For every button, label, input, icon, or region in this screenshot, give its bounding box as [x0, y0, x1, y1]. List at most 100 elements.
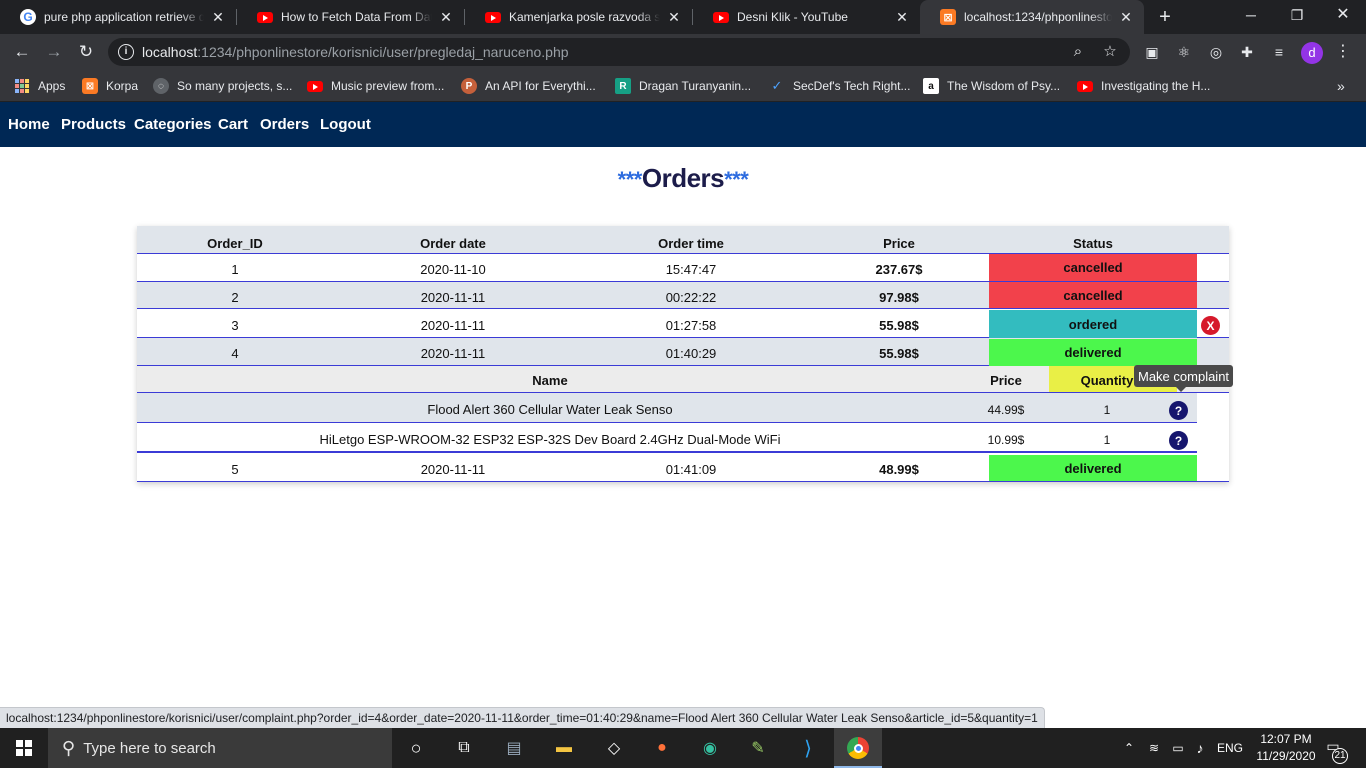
status-badge-delivered: delivered — [989, 339, 1197, 366]
bookmark-secdef[interactable]: ✓ SecDef's Tech Right... — [769, 76, 911, 96]
status-badge-ordered: ordered — [989, 310, 1197, 338]
notepad-plus-icon[interactable]: ✎ — [734, 728, 782, 768]
tab-pure-php[interactable]: G pure php application retrieve d ✕ — [0, 0, 236, 34]
media-queue-icon[interactable]: ≡ — [1269, 42, 1289, 62]
order-id: 3 — [231, 317, 239, 333]
tray-overflow-chevron-icon[interactable]: ⌃ — [1120, 728, 1138, 768]
bookmark-star-icon[interactable]: ☆ — [1100, 42, 1120, 62]
tab-localhost[interactable]: ⊠ localhost:1234/phponlinestore ✕ — [920, 0, 1144, 34]
menu-kebab-icon[interactable]: ⋮ — [1333, 42, 1353, 62]
bookmark-music-preview[interactable]: Music preview from... — [307, 76, 444, 96]
edge-icon[interactable]: ◉ — [686, 728, 734, 768]
bookmark-label: Dragan Turanyanin... — [639, 79, 752, 93]
restore-button[interactable]: ❐ — [1274, 0, 1320, 30]
clock-date: 11/29/2020 — [1256, 749, 1316, 763]
start-button[interactable] — [0, 728, 48, 768]
bookmark-apps[interactable]: Apps — [14, 76, 65, 96]
firefox-icon[interactable]: ● — [638, 728, 686, 768]
minimize-button[interactable]: ─ — [1228, 0, 1274, 30]
url-text[interactable]: localhost:1234/phponlinestore/korisnici/… — [142, 44, 569, 60]
order-price: 55.98$ — [879, 346, 919, 361]
item-price: 44.99$ — [987, 402, 1025, 417]
make-complaint-button[interactable]: ? — [1169, 401, 1188, 420]
cancel-order-button[interactable]: X — [1201, 316, 1220, 335]
site-info-icon[interactable]: i — [118, 44, 134, 60]
file-explorer-icon[interactable]: ▬ — [540, 728, 588, 768]
make-complaint-button[interactable]: ? — [1169, 431, 1188, 450]
order-date: 2020-11-11 — [420, 289, 486, 305]
nav-logout[interactable]: Logout — [320, 116, 371, 133]
floppy-extension-icon[interactable]: ▣ — [1142, 42, 1162, 62]
forward-button[interactable]: → — [42, 40, 66, 64]
nav-categories[interactable]: Categories — [134, 116, 212, 133]
taskbar-clock[interactable]: 12:07 PM 11/29/2020 — [1246, 731, 1326, 765]
bookmark-label: So many projects, s... — [177, 79, 293, 93]
zoom-search-icon[interactable]: ⌕ — [1068, 42, 1088, 62]
search-placeholder: Type here to search — [83, 739, 216, 757]
profile-avatar[interactable]: d — [1301, 42, 1323, 64]
amazon-icon: a — [923, 78, 939, 94]
bookmark-korpa[interactable]: ⊠ Korpa — [82, 76, 138, 96]
more-bookmarks-chevron-icon[interactable]: » — [1337, 76, 1345, 96]
back-button[interactable]: ← — [10, 40, 34, 64]
tab-title: Kamenjarka posle razvoda sve — [509, 10, 660, 24]
chrome-icon[interactable] — [834, 728, 882, 768]
header-status: Status — [1073, 235, 1113, 251]
nav-orders[interactable]: Orders — [260, 116, 309, 133]
bookmark-label: Music preview from... — [331, 79, 445, 93]
bookmark-investigating[interactable]: Investigating the H... — [1077, 76, 1210, 96]
network-pc-icon[interactable]: ▤ — [490, 728, 538, 768]
header-order-id: Order_ID — [207, 235, 263, 251]
order-time: 00:22:22 — [665, 289, 717, 305]
volume-icon[interactable]: ♪ — [1190, 728, 1210, 768]
youtube-icon — [307, 78, 323, 94]
order-id: 1 — [231, 262, 239, 277]
new-tab-button[interactable]: + — [1155, 5, 1175, 29]
vscode-icon[interactable]: ⟩ — [784, 728, 832, 768]
close-tab-icon[interactable]: ✕ — [438, 9, 454, 26]
record-extension-icon[interactable]: ◎ — [1206, 42, 1226, 62]
bookmark-projects[interactable]: ◌ So many projects, s... — [153, 76, 292, 96]
nav-products[interactable]: Products — [61, 116, 126, 133]
tab-title: pure php application retrieve d — [44, 10, 204, 24]
battery-icon[interactable]: ▭ — [1168, 728, 1188, 768]
close-window-button[interactable]: ✕ — [1320, 0, 1366, 30]
order-date: 2020-11-11 — [420, 317, 486, 333]
apps-grid-icon — [14, 78, 30, 94]
nav-home[interactable]: Home — [8, 116, 50, 133]
tab-title: Desni Klik - YouTube — [737, 10, 848, 24]
tab-desni-klik[interactable]: Desni Klik - YouTube ✕ — [693, 0, 920, 34]
researchgate-icon: R — [615, 78, 631, 94]
bookmark-api[interactable]: P An API for Everythi... — [461, 76, 596, 96]
tab-fetch-data[interactable]: How to Fetch Data From Datab ✕ — [237, 0, 464, 34]
windows-taskbar: ⚲ Type here to search ○ ⧉ ▤ ▬ ◇ ● ◉ ✎ ⟩ … — [0, 728, 1366, 768]
tab-kamenjarka[interactable]: Kamenjarka posle razvoda sve ✕ — [465, 0, 692, 34]
taskbar-search[interactable]: ⚲ Type here to search — [48, 728, 392, 768]
extensions-puzzle-icon[interactable]: ✚ — [1237, 42, 1257, 62]
orders-table: Order_ID Order date Order time Price Sta… — [137, 226, 1234, 482]
close-tab-icon[interactable]: ✕ — [1118, 9, 1134, 26]
action-center-icon[interactable]: ▭ 21 — [1322, 738, 1348, 764]
title-text: Orders — [641, 163, 725, 193]
address-bar[interactable]: i localhost:1234/phponlinestore/korisnic… — [108, 38, 1130, 66]
nav-cart[interactable]: Cart — [218, 116, 248, 133]
status-badge-delivered: delivered — [989, 455, 1197, 481]
bookmark-dragan[interactable]: R Dragan Turanyanin... — [615, 76, 751, 96]
items-header-price: Price — [990, 373, 1022, 388]
item-quantity: 1 — [1103, 402, 1111, 417]
reload-button[interactable]: ↻ — [74, 40, 98, 64]
site-navbar: Home Products Categories Cart Orders Log… — [0, 102, 1366, 147]
cortana-icon[interactable]: ○ — [392, 728, 440, 768]
search-icon: ⚲ — [62, 737, 76, 758]
close-tab-icon[interactable]: ✕ — [666, 9, 682, 26]
unity-icon[interactable]: ◇ — [590, 728, 638, 768]
close-tab-icon[interactable]: ✕ — [210, 9, 226, 26]
bookmark-wisdom[interactable]: a The Wisdom of Psy... — [923, 76, 1060, 96]
wifi-icon[interactable]: ≋ — [1144, 728, 1164, 768]
language-indicator[interactable]: ENG — [1214, 728, 1246, 768]
react-extension-icon[interactable]: ⚛ — [1174, 42, 1194, 62]
task-view-icon[interactable]: ⧉ — [440, 728, 488, 768]
clock-time: 12:07 PM — [1260, 732, 1312, 746]
close-tab-icon[interactable]: ✕ — [894, 9, 910, 26]
items-header-name: Name — [532, 373, 568, 388]
